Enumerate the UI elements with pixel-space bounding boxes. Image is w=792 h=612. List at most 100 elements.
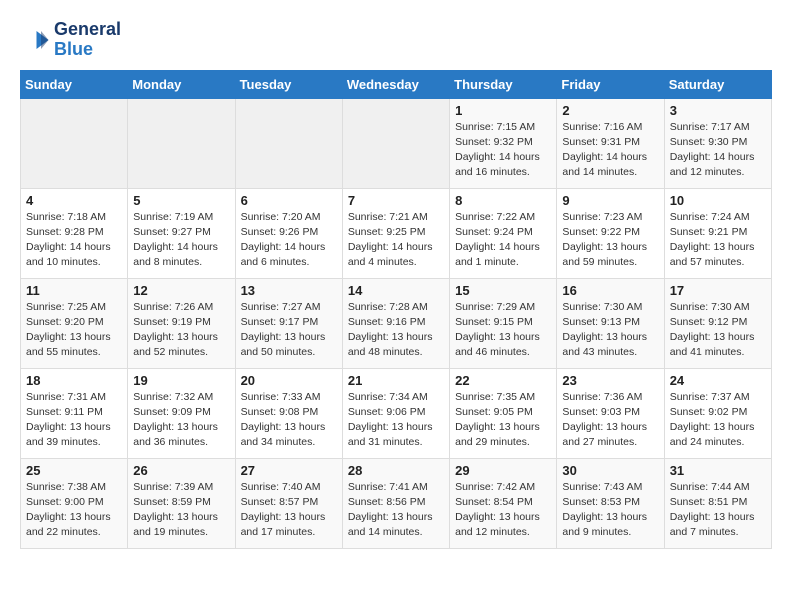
day-detail: Sunrise: 7:27 AM Sunset: 9:17 PM Dayligh… [241,300,337,361]
day-number: 8 [455,193,551,208]
day-detail: Sunrise: 7:18 AM Sunset: 9:28 PM Dayligh… [26,210,122,271]
day-number: 26 [133,463,229,478]
day-detail: Sunrise: 7:24 AM Sunset: 9:21 PM Dayligh… [670,210,766,271]
day-detail: Sunrise: 7:23 AM Sunset: 9:22 PM Dayligh… [562,210,658,271]
day-detail: Sunrise: 7:17 AM Sunset: 9:30 PM Dayligh… [670,120,766,181]
day-number: 19 [133,373,229,388]
calendar-day-cell: 20 Sunrise: 7:33 AM Sunset: 9:08 PM Dayli… [235,368,342,458]
calendar-day-cell: 6 Sunrise: 7:20 AM Sunset: 9:26 PM Daylig… [235,188,342,278]
day-detail: Sunrise: 7:20 AM Sunset: 9:26 PM Dayligh… [241,210,337,271]
day-detail: Sunrise: 7:34 AM Sunset: 9:06 PM Dayligh… [348,390,444,451]
day-detail: Sunrise: 7:39 AM Sunset: 8:59 PM Dayligh… [133,480,229,541]
day-detail: Sunrise: 7:31 AM Sunset: 9:11 PM Dayligh… [26,390,122,451]
logo-text: General Blue [54,20,121,60]
calendar-week-row: 25 Sunrise: 7:38 AM Sunset: 9:00 PM Dayli… [21,458,772,548]
calendar-week-row: 11 Sunrise: 7:25 AM Sunset: 9:20 PM Dayli… [21,278,772,368]
day-number: 24 [670,373,766,388]
calendar-day-cell [235,98,342,188]
day-number: 11 [26,283,122,298]
day-detail: Sunrise: 7:42 AM Sunset: 8:54 PM Dayligh… [455,480,551,541]
day-number: 9 [562,193,658,208]
calendar-day-cell: 28 Sunrise: 7:41 AM Sunset: 8:56 PM Dayli… [342,458,449,548]
day-detail: Sunrise: 7:30 AM Sunset: 9:12 PM Dayligh… [670,300,766,361]
day-number: 3 [670,103,766,118]
day-number: 20 [241,373,337,388]
calendar-day-cell: 26 Sunrise: 7:39 AM Sunset: 8:59 PM Dayli… [128,458,235,548]
day-detail: Sunrise: 7:40 AM Sunset: 8:57 PM Dayligh… [241,480,337,541]
day-detail: Sunrise: 7:19 AM Sunset: 9:27 PM Dayligh… [133,210,229,271]
day-of-week-header: Friday [557,70,664,98]
day-number: 28 [348,463,444,478]
calendar-day-cell [342,98,449,188]
day-detail: Sunrise: 7:41 AM Sunset: 8:56 PM Dayligh… [348,480,444,541]
day-number: 30 [562,463,658,478]
day-detail: Sunrise: 7:37 AM Sunset: 9:02 PM Dayligh… [670,390,766,451]
day-detail: Sunrise: 7:29 AM Sunset: 9:15 PM Dayligh… [455,300,551,361]
calendar-day-cell [128,98,235,188]
calendar-day-cell: 24 Sunrise: 7:37 AM Sunset: 9:02 PM Dayli… [664,368,771,458]
calendar-day-cell: 3 Sunrise: 7:17 AM Sunset: 9:30 PM Daylig… [664,98,771,188]
calendar-day-cell: 23Sunrise: 7:36 AM Sunset: 9:03 PM Dayli… [557,368,664,458]
day-detail: Sunrise: 7:22 AM Sunset: 9:24 PM Dayligh… [455,210,551,271]
calendar-day-cell: 22Sunrise: 7:35 AM Sunset: 9:05 PM Dayli… [450,368,557,458]
calendar-day-cell: 30 Sunrise: 7:43 AM Sunset: 8:53 PM Dayli… [557,458,664,548]
calendar-day-cell: 17 Sunrise: 7:30 AM Sunset: 9:12 PM Dayli… [664,278,771,368]
day-of-week-header: Wednesday [342,70,449,98]
day-number: 2 [562,103,658,118]
day-detail: Sunrise: 7:32 AM Sunset: 9:09 PM Dayligh… [133,390,229,451]
day-number: 17 [670,283,766,298]
day-of-week-header: Tuesday [235,70,342,98]
calendar-day-cell: 15Sunrise: 7:29 AM Sunset: 9:15 PM Dayli… [450,278,557,368]
calendar-day-cell: 31 Sunrise: 7:44 AM Sunset: 8:51 PM Dayli… [664,458,771,548]
calendar-week-row: 4 Sunrise: 7:18 AM Sunset: 9:28 PM Daylig… [21,188,772,278]
day-number: 12 [133,283,229,298]
day-number: 6 [241,193,337,208]
day-number: 7 [348,193,444,208]
day-of-week-header: Sunday [21,70,128,98]
day-number: 1 [455,103,551,118]
day-number: 25 [26,463,122,478]
calendar-day-cell: 11 Sunrise: 7:25 AM Sunset: 9:20 PM Dayli… [21,278,128,368]
day-detail: Sunrise: 7:36 AM Sunset: 9:03 PM Dayligh… [562,390,658,451]
calendar-day-cell: 2 Sunrise: 7:16 AM Sunset: 9:31 PM Daylig… [557,98,664,188]
day-detail: Sunrise: 7:30 AM Sunset: 9:13 PM Dayligh… [562,300,658,361]
day-of-week-header: Thursday [450,70,557,98]
calendar-day-cell: 16 Sunrise: 7:30 AM Sunset: 9:13 PM Dayli… [557,278,664,368]
day-number: 16 [562,283,658,298]
day-number: 13 [241,283,337,298]
day-number: 31 [670,463,766,478]
calendar-day-cell: 13 Sunrise: 7:27 AM Sunset: 9:17 PM Dayli… [235,278,342,368]
calendar-day-cell [21,98,128,188]
day-number: 21 [348,373,444,388]
day-detail: Sunrise: 7:33 AM Sunset: 9:08 PM Dayligh… [241,390,337,451]
day-of-week-header: Saturday [664,70,771,98]
day-detail: Sunrise: 7:25 AM Sunset: 9:20 PM Dayligh… [26,300,122,361]
day-detail: Sunrise: 7:38 AM Sunset: 9:00 PM Dayligh… [26,480,122,541]
day-number: 29 [455,463,551,478]
calendar-header-row: SundayMondayTuesdayWednesdayThursdayFrid… [21,70,772,98]
logo: General Blue [20,20,121,60]
day-number: 4 [26,193,122,208]
day-detail: Sunrise: 7:26 AM Sunset: 9:19 PM Dayligh… [133,300,229,361]
calendar-day-cell: 18Sunrise: 7:31 AM Sunset: 9:11 PM Dayli… [21,368,128,458]
day-detail: Sunrise: 7:43 AM Sunset: 8:53 PM Dayligh… [562,480,658,541]
day-detail: Sunrise: 7:44 AM Sunset: 8:51 PM Dayligh… [670,480,766,541]
calendar-day-cell: 10 Sunrise: 7:24 AM Sunset: 9:21 PM Dayli… [664,188,771,278]
calendar-day-cell: 8 Sunrise: 7:22 AM Sunset: 9:24 PM Daylig… [450,188,557,278]
day-number: 10 [670,193,766,208]
day-number: 5 [133,193,229,208]
calendar-day-cell: 7 Sunrise: 7:21 AM Sunset: 9:25 PM Daylig… [342,188,449,278]
day-number: 22 [455,373,551,388]
calendar-week-row: 1 Sunrise: 7:15 AM Sunset: 9:32 PM Daylig… [21,98,772,188]
calendar-day-cell: 14Sunrise: 7:28 AM Sunset: 9:16 PM Dayli… [342,278,449,368]
calendar-day-cell: 27 Sunrise: 7:40 AM Sunset: 8:57 PM Dayli… [235,458,342,548]
day-detail: Sunrise: 7:28 AM Sunset: 9:16 PM Dayligh… [348,300,444,361]
day-detail: Sunrise: 7:15 AM Sunset: 9:32 PM Dayligh… [455,120,551,181]
logo-icon [20,25,50,55]
day-detail: Sunrise: 7:21 AM Sunset: 9:25 PM Dayligh… [348,210,444,271]
day-detail: Sunrise: 7:16 AM Sunset: 9:31 PM Dayligh… [562,120,658,181]
calendar-day-cell: 21 Sunrise: 7:34 AM Sunset: 9:06 PM Dayli… [342,368,449,458]
day-number: 27 [241,463,337,478]
calendar-day-cell: 25 Sunrise: 7:38 AM Sunset: 9:00 PM Dayli… [21,458,128,548]
calendar-day-cell: 1 Sunrise: 7:15 AM Sunset: 9:32 PM Daylig… [450,98,557,188]
